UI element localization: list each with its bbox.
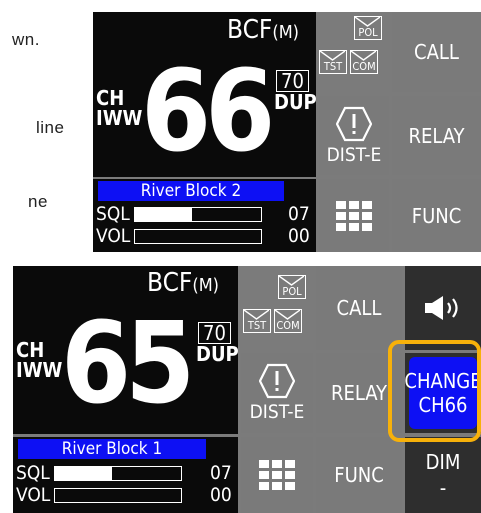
- vol-value: 00: [288, 225, 310, 247]
- sql-level-bar[interactable]: [54, 466, 182, 481]
- level-display: River Block 1 SQL 07 VOL 00: [13, 437, 238, 513]
- func-button[interactable]: FUNC: [392, 179, 481, 252]
- sql-level-bar[interactable]: [134, 207, 262, 222]
- channel-display: BCF(M) CH IWW 66 70 DUP: [93, 12, 317, 177]
- vol-level-bar[interactable]: [134, 229, 262, 244]
- region-label: IWW: [16, 358, 63, 382]
- speaker-button[interactable]: [405, 266, 481, 350]
- distress-label: DIST-E: [326, 143, 382, 166]
- distress-button[interactable]: DIST-E: [319, 96, 389, 175]
- tst-envelope-icon[interactable]: TST: [243, 309, 271, 333]
- sql-level-fill: [135, 208, 192, 221]
- call-button[interactable]: CALL: [392, 12, 481, 92]
- station-name: BCF: [147, 268, 193, 298]
- sql-value: 07: [288, 203, 310, 225]
- com-envelope-icon[interactable]: COM: [350, 50, 378, 74]
- dim-label: DIM: [425, 450, 461, 474]
- doc-text-fragment-3: ne: [28, 192, 48, 211]
- call-button[interactable]: CALL: [316, 266, 402, 350]
- speaker-icon: [425, 296, 458, 320]
- ch-label: CH: [96, 86, 125, 110]
- grid-icon: [336, 200, 372, 231]
- dup-label: DUP: [196, 342, 239, 366]
- dim-value: -: [439, 476, 447, 500]
- station-mode: (M): [272, 22, 300, 43]
- subchannel-badge: 70: [276, 70, 309, 92]
- station-mode: (M): [192, 275, 220, 296]
- vol-value: 00: [210, 484, 232, 506]
- river-block-banner: River Block 1: [18, 439, 206, 459]
- highlight-frame: [388, 340, 481, 442]
- distress-warning-icon: [336, 106, 372, 141]
- river-block-banner: River Block 2: [98, 181, 284, 201]
- menu-grid-button[interactable]: [241, 437, 313, 513]
- doc-text-fragment-2: line: [36, 118, 65, 137]
- menu-grid-button[interactable]: [319, 179, 389, 252]
- sql-label: SQL: [16, 462, 50, 484]
- vol-label: VOL: [16, 484, 51, 506]
- station-name: BCF: [227, 15, 273, 45]
- channel-number: 65: [61, 299, 195, 429]
- vol-level-bar[interactable]: [54, 488, 182, 503]
- subchannel-badge: 70: [198, 322, 231, 344]
- channel-number: 66: [141, 47, 275, 177]
- radio-screen-top: BCF(M) CH IWW 66 70 DUP River Block 2 SQ…: [93, 12, 481, 252]
- distress-warning-icon: [259, 363, 295, 399]
- sql-level-fill: [55, 467, 112, 480]
- ch-label: CH: [16, 338, 45, 362]
- dim-button[interactable]: DIM -: [405, 437, 481, 513]
- distress-button[interactable]: DIST-E: [241, 353, 313, 433]
- region-label: IWW: [96, 106, 143, 130]
- channel-display: BCF(M) CH IWW 65 70 DUP: [13, 266, 239, 434]
- level-display: River Block 2 SQL 07 VOL 00: [93, 179, 316, 252]
- com-envelope-icon[interactable]: COM: [274, 309, 302, 333]
- sql-label: SQL: [96, 203, 130, 225]
- grid-icon: [259, 460, 295, 490]
- distress-label: DIST-E: [249, 401, 305, 423]
- doc-text-fragment-1: wn.: [12, 30, 40, 49]
- tst-envelope-icon[interactable]: TST: [319, 50, 347, 74]
- dup-label: DUP: [274, 90, 317, 114]
- vol-label: VOL: [96, 225, 131, 247]
- sql-value: 07: [210, 462, 232, 484]
- pol-envelope-icon[interactable]: POL: [354, 16, 382, 40]
- func-button[interactable]: FUNC: [316, 437, 402, 513]
- relay-button[interactable]: RELAY: [392, 96, 481, 175]
- pol-envelope-icon[interactable]: POL: [278, 275, 306, 299]
